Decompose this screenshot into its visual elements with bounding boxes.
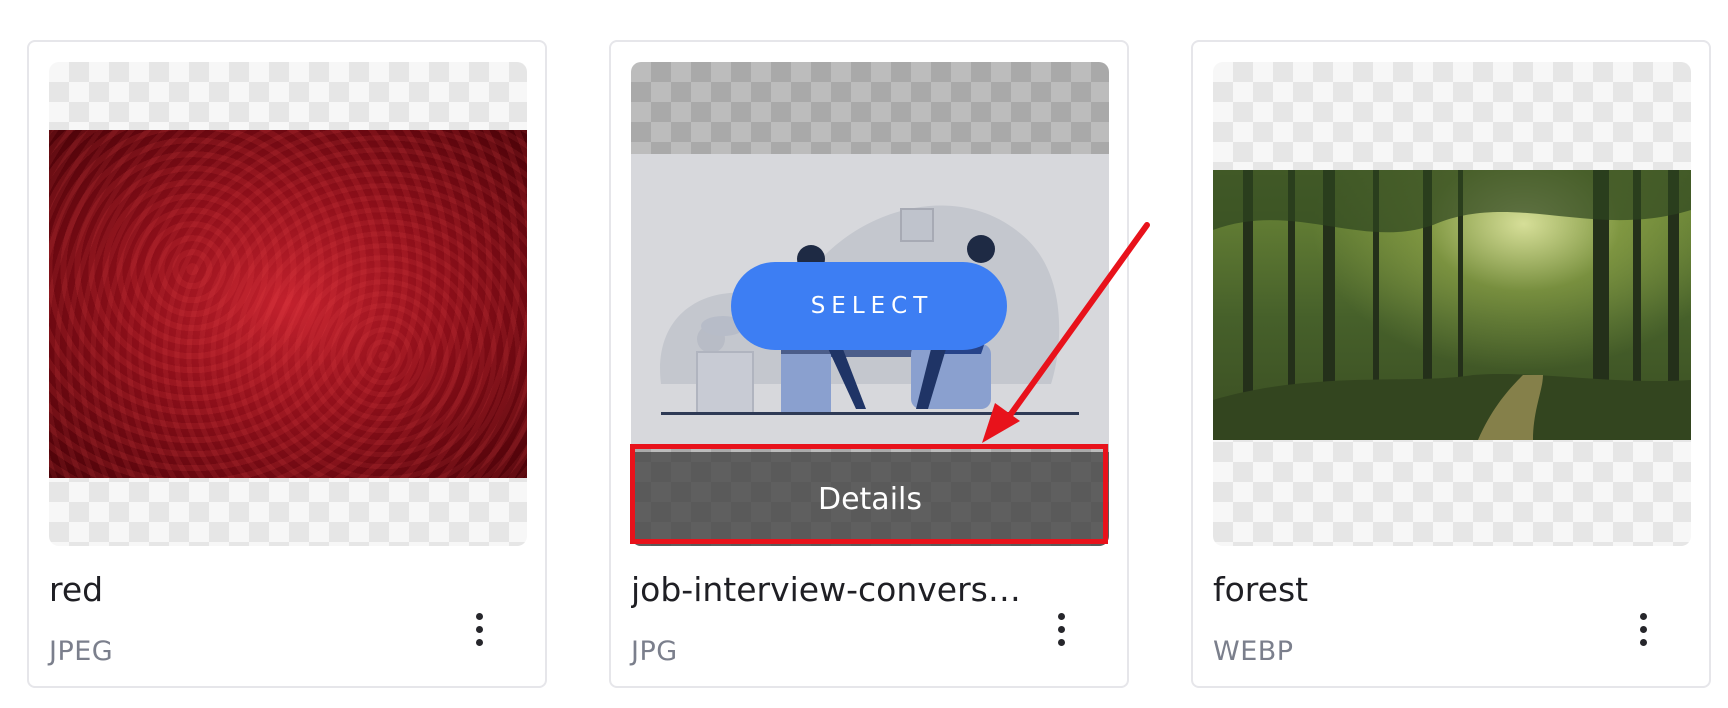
- asset-name: forest: [1213, 570, 1309, 609]
- more-options-icon[interactable]: [1047, 604, 1075, 654]
- asset-name: red: [49, 570, 104, 609]
- image-preview[interactable]: SELECT Details: [631, 62, 1109, 546]
- asset-type: WEBP: [1213, 636, 1294, 667]
- asset-type: JPG: [631, 636, 678, 667]
- more-options-icon[interactable]: [465, 604, 493, 654]
- more-options-icon[interactable]: [1629, 604, 1657, 654]
- asset-card-job-interview[interactable]: SELECT Details job-interview-convers… JP…: [609, 40, 1129, 688]
- red-damask-image: [49, 130, 527, 478]
- asset-type: JPEG: [49, 636, 114, 667]
- details-button[interactable]: Details: [631, 452, 1109, 546]
- forest-image: [1213, 170, 1691, 440]
- asset-card-red[interactable]: red JPEG: [27, 40, 547, 688]
- image-preview[interactable]: [1213, 62, 1691, 546]
- asset-name: job-interview-convers…: [631, 570, 1021, 609]
- image-preview[interactable]: [49, 62, 527, 546]
- asset-card-forest[interactable]: forest WEBP: [1191, 40, 1711, 688]
- select-button[interactable]: SELECT: [731, 262, 1007, 350]
